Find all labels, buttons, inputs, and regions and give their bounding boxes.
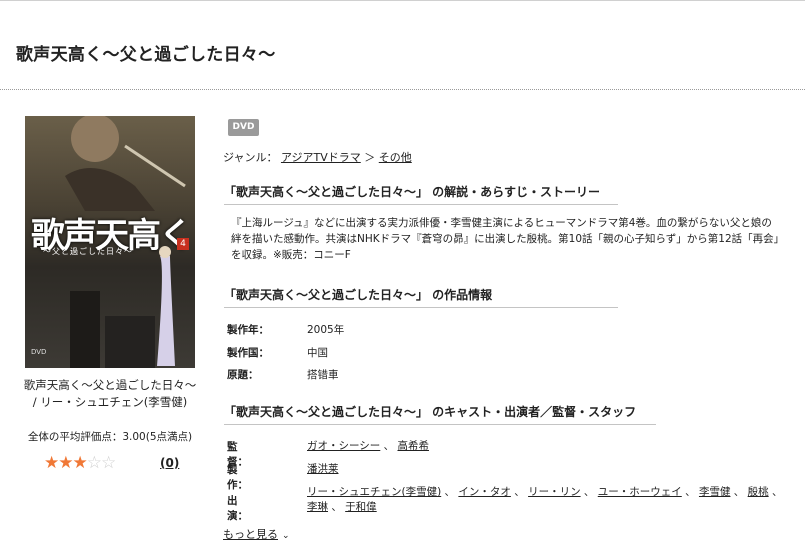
star-filled-icon: ★ [44,453,59,473]
breadcrumb-separator: ＞ [364,151,376,164]
producer-key: 製作： [227,464,248,491]
info-heading: 「歌声天高く～父と過ごした日々～」 の作品情報 [224,286,618,308]
page-title: 歌声天高く～父と過ごした日々～ [16,45,276,65]
synopsis-heading: 「歌声天高く～父と過ごした日々～」 の解説・あらすじ・ストーリー [224,183,618,205]
show-more-link[interactable]: もっと見る ⌄ [223,526,290,542]
review-count-link[interactable]: (0) [160,456,179,470]
info-value: 搭错車 [307,369,339,381]
cast-key: 出演： [227,495,248,522]
cast-link[interactable]: ユー・ホーウェイ [598,486,682,498]
genre-label: ジャンル： [223,151,278,164]
star-filled-icon: ★ [72,453,88,473]
average-rating-text: 全体の平均評価点：3.00(5点満点) [27,431,193,443]
item-caption-cast: / リー・シュエチェン(李雪健) [32,395,188,409]
show-more-label: もっと見る [223,528,278,541]
cast-heading: 「歌声天高く～父と過ごした日々～」 のキャスト・出演者／監督・スタッフ [224,403,656,425]
genre-link-asia-tv-drama[interactable]: アジアTVドラマ [281,151,361,164]
cast-link[interactable]: 李雪健 [699,486,731,498]
info-key: 製作年： [227,324,269,336]
chevron-down-icon: ⌄ [282,531,290,541]
info-value: 中国 [307,347,328,359]
cast-link[interactable]: 殷桃 [748,486,769,498]
cover-subtitle: 〜父と過ごした日々〜 [43,247,133,256]
star-filled-icon: ★ [58,453,73,473]
cover-volume-badge: 4 [177,238,189,250]
dvd-cover-image[interactable]: 歌声天高く 〜父と過ごした日々〜 4 DVD [25,116,195,368]
info-key: 製作国： [227,347,269,359]
star-empty-icon: ☆ [86,453,102,473]
header-divider [0,89,805,90]
genre-breadcrumb: ジャンル： アジアTVドラマ ＞ その他 [223,149,412,165]
cast-link[interactable]: 李琳 [307,501,328,513]
rating-stars: ★★★☆☆ [44,453,116,473]
info-value: 2005年 [307,324,345,336]
director-link[interactable]: ガオ・シーシー [307,440,380,452]
producer-values: 潘洪莱 [307,462,787,477]
director-link[interactable]: 高希希 [397,440,429,452]
item-caption-title: 歌声天高く～父と過ごした日々～ [23,378,197,392]
info-key: 原題： [227,369,259,381]
format-badge: DVD [228,119,259,136]
top-border [0,0,805,1]
cast-link[interactable]: 于和偉 [345,501,377,513]
genre-link-other[interactable]: その他 [379,151,412,164]
cast-values: リー・シュエチェン(李雪健) 、 イン・タオ 、 リー・リン 、 ユー・ホーウェ… [307,486,783,513]
director-values: ガオ・シーシー 、 高希希 [307,440,429,452]
cast-link[interactable]: リー・リン [528,486,581,498]
producer-link[interactable]: 潘洪莱 [307,463,339,475]
cover-format-mark: DVD [31,348,47,356]
star-empty-icon: ☆ [101,453,116,473]
cast-link[interactable]: リー・シュエチェン(李雪健) [307,486,441,498]
cast-link[interactable]: イン・タオ [458,486,511,498]
synopsis-text: 『上海ルージュ』などに出演する実力派俳優・李雪健主演によるヒューマンドラマ第4巻… [231,217,779,261]
item-caption: 歌声天高く～父と過ごした日々～ / リー・シュエチェン(李雪健) [20,377,200,411]
